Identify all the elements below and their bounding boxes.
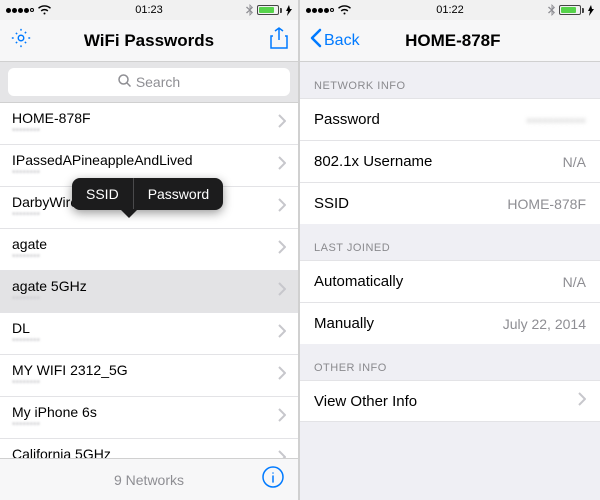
battery-icon bbox=[257, 5, 282, 15]
toolbar: 9 Networks bbox=[0, 458, 298, 500]
view-other-label: View Other Info bbox=[314, 393, 417, 410]
password-label: Password bbox=[314, 111, 380, 128]
network-row[interactable]: My iPhone 6s•••••••• bbox=[0, 397, 298, 439]
settings-button[interactable] bbox=[10, 27, 42, 54]
manual-label: Manually bbox=[314, 315, 374, 332]
search-placeholder: Search bbox=[136, 74, 180, 90]
network-row[interactable]: HOME-878F•••••••• bbox=[0, 103, 298, 145]
section-header-network-info: NETWORK INFO bbox=[300, 62, 600, 98]
chevron-right-icon bbox=[578, 392, 586, 410]
network-name: agate bbox=[12, 237, 278, 252]
nav-bar: WiFi Passwords bbox=[0, 20, 298, 62]
network-password-preview: •••••••• bbox=[12, 378, 278, 389]
network-row[interactable]: agate•••••••• bbox=[0, 229, 298, 271]
view-other-info-row[interactable]: View Other Info bbox=[300, 380, 600, 422]
chevron-right-icon bbox=[278, 198, 286, 217]
chevron-right-icon bbox=[278, 366, 286, 385]
network-name: DL bbox=[12, 321, 278, 336]
page-title: WiFi Passwords bbox=[42, 31, 256, 51]
network-row[interactable]: agate 5GHz•••••••• bbox=[0, 271, 298, 313]
network-name: My iPhone 6s bbox=[12, 405, 278, 420]
network-password-preview: •••••••• bbox=[12, 168, 278, 179]
status-bar: 01:23 bbox=[0, 0, 298, 20]
network-password-preview: •••••••• bbox=[12, 420, 278, 431]
info-button[interactable] bbox=[262, 466, 284, 493]
share-icon bbox=[270, 27, 288, 54]
manual-value: July 22, 2014 bbox=[503, 316, 586, 332]
menu-arrow-icon bbox=[120, 209, 138, 218]
gear-icon bbox=[10, 27, 32, 54]
status-bar: 01:22 bbox=[300, 0, 600, 20]
network-password-preview: •••••••• bbox=[12, 210, 278, 221]
username-row[interactable]: 802.1x Username N/A bbox=[300, 140, 600, 182]
battery-icon bbox=[559, 5, 584, 15]
network-name: HOME-878F bbox=[12, 111, 278, 126]
back-label: Back bbox=[324, 32, 360, 50]
search-input[interactable]: Search bbox=[8, 68, 290, 96]
chevron-right-icon bbox=[278, 324, 286, 343]
network-password-preview: •••••••• bbox=[12, 336, 278, 347]
nav-bar: Back HOME-878F bbox=[300, 20, 600, 62]
username-value: N/A bbox=[563, 154, 586, 170]
chevron-right-icon bbox=[278, 114, 286, 133]
ssid-value: HOME-878F bbox=[507, 196, 586, 212]
context-menu: SSID Password bbox=[72, 178, 223, 210]
network-row[interactable]: DL•••••••• bbox=[0, 313, 298, 355]
search-icon bbox=[118, 74, 131, 90]
ssid-row[interactable]: SSID HOME-878F bbox=[300, 182, 600, 224]
section-header-last-joined: LAST JOINED bbox=[300, 224, 600, 260]
section-header-other-info: OTHER INFO bbox=[300, 344, 600, 380]
auto-label: Automatically bbox=[314, 273, 403, 290]
network-name: IPassedAPineappleAndLived bbox=[12, 153, 278, 168]
network-count: 9 Networks bbox=[114, 472, 184, 488]
copy-ssid-button[interactable]: SSID bbox=[72, 178, 133, 210]
back-button[interactable]: Back bbox=[310, 28, 360, 53]
password-row[interactable]: Password ••••••••••• bbox=[300, 98, 600, 140]
copy-password-button[interactable]: Password bbox=[134, 178, 223, 210]
chevron-right-icon bbox=[278, 240, 286, 259]
chevron-right-icon bbox=[278, 408, 286, 427]
username-label: 802.1x Username bbox=[314, 153, 432, 170]
auto-value: N/A bbox=[563, 274, 586, 290]
password-value: ••••••••••• bbox=[527, 112, 586, 128]
auto-joined-row[interactable]: Automatically N/A bbox=[300, 260, 600, 302]
status-time: 01:23 bbox=[0, 4, 298, 16]
chevron-left-icon bbox=[310, 28, 324, 53]
ssid-label: SSID bbox=[314, 195, 349, 212]
network-name: agate 5GHz bbox=[12, 279, 278, 294]
manual-joined-row[interactable]: Manually July 22, 2014 bbox=[300, 302, 600, 344]
network-row[interactable]: MY WIFI 2312_5G•••••••• bbox=[0, 355, 298, 397]
network-list: HOME-878F••••••••IPassedAPineappleAndLiv… bbox=[0, 103, 298, 481]
search-bar-container: Search bbox=[0, 62, 298, 103]
info-icon bbox=[262, 475, 284, 492]
status-time: 01:22 bbox=[300, 4, 600, 16]
network-password-preview: •••••••• bbox=[12, 126, 278, 137]
chevron-right-icon bbox=[278, 282, 286, 301]
share-button[interactable] bbox=[256, 27, 288, 54]
page-title: HOME-878F bbox=[360, 31, 546, 51]
network-password-preview: •••••••• bbox=[12, 294, 278, 305]
network-name: MY WIFI 2312_5G bbox=[12, 363, 278, 378]
network-password-preview: •••••••• bbox=[12, 252, 278, 263]
chevron-right-icon bbox=[278, 156, 286, 175]
